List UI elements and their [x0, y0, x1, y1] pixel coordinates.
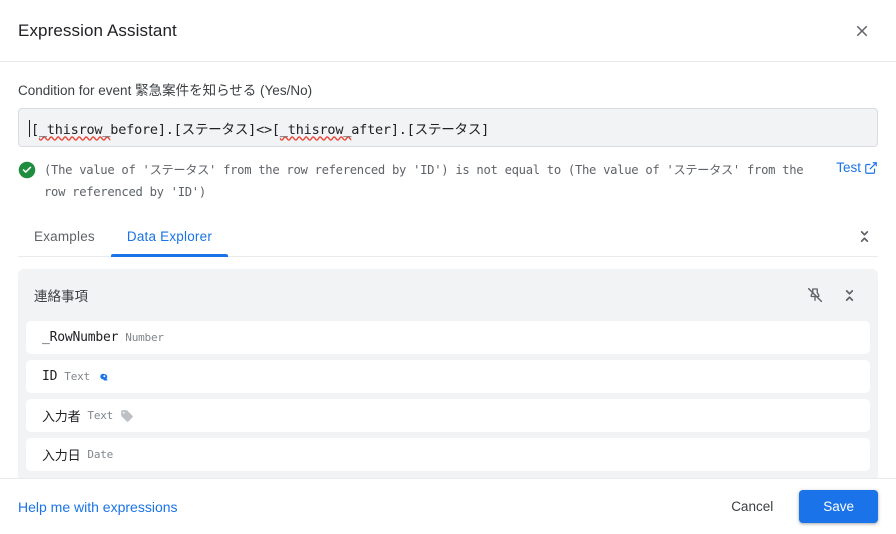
expression-segment: [	[31, 121, 39, 138]
tab-data-explorer[interactable]: Data Explorer	[110, 229, 229, 257]
expression-segment-error: _thisrow_	[279, 121, 352, 138]
list-item[interactable]: 入力日 Date	[26, 438, 870, 471]
open-in-new-icon	[865, 161, 877, 174]
unpin-button[interactable]	[800, 280, 830, 310]
field-type: Date	[87, 448, 114, 461]
data-explorer-field-list: _RowNumber Number ID Text 入力者 Text 入力日 D…	[18, 321, 878, 471]
tabs-bar: Examples Data Explorer	[18, 213, 878, 257]
expression-text: [_thisrow_before].[ステータス]<>[_thisrow_aft…	[29, 118, 489, 138]
field-type: Text	[87, 409, 114, 422]
data-explorer-header: 連絡事項	[18, 269, 878, 321]
data-explorer-panel: 連絡事項 _RowNumber Number ID Text 入力者 Text …	[18, 269, 878, 478]
field-name: 入力日	[42, 449, 81, 464]
list-item[interactable]: ID Text	[26, 360, 870, 393]
expression-field-label: Condition for event 緊急案件を知らせる (Yes/No)	[18, 83, 313, 98]
key-icon	[100, 373, 108, 381]
expression-assistant-dialog: Expression Assistant Condition for event…	[0, 0, 896, 534]
dialog-header: Expression Assistant	[0, 0, 896, 62]
field-type: Text	[64, 370, 90, 383]
cancel-button[interactable]: Cancel	[715, 491, 789, 522]
tag-badge	[120, 409, 134, 423]
unfold-less-icon	[860, 230, 868, 242]
text-caret	[29, 119, 30, 137]
field-name: ID	[42, 369, 58, 384]
dialog-body: Condition for event 緊急案件を知らせる (Yes/No) […	[0, 62, 896, 478]
list-item[interactable]: _RowNumber Number	[26, 321, 870, 354]
pin-off-icon	[807, 287, 823, 303]
expression-input[interactable]: [_thisrow_before].[ステータス]<>[_thisrow_aft…	[18, 108, 878, 147]
field-name: 入力者	[42, 410, 81, 425]
field-type: Number	[125, 331, 164, 344]
list-item[interactable]: 入力者 Text	[26, 399, 870, 432]
close-button[interactable]	[846, 15, 878, 47]
tabs-collapse-button[interactable]	[850, 222, 878, 250]
validation-message: (The value of 'ステータス' from the row refer…	[44, 163, 804, 199]
check-circle-icon	[18, 161, 36, 179]
validation-row: (The value of 'ステータス' from the row refer…	[18, 147, 878, 203]
page-title: Expression Assistant	[18, 20, 177, 40]
expression-segment: after].[ステータス]	[351, 121, 490, 138]
dialog-footer: Help me with expressions Cancel Save	[0, 478, 896, 534]
tab-examples[interactable]: Examples	[18, 229, 111, 256]
test-link[interactable]: Test	[836, 160, 878, 175]
data-explorer-collapse-button[interactable]	[834, 280, 864, 310]
unfold-less-icon	[845, 289, 853, 301]
test-link-label: Test	[836, 160, 861, 175]
save-button[interactable]: Save	[799, 490, 878, 523]
field-name: _RowNumber	[42, 330, 119, 345]
help-with-expressions-link[interactable]: Help me with expressions	[18, 499, 705, 515]
expression-segment-error: _thisrow_	[38, 121, 111, 138]
tag-icon	[121, 409, 133, 422]
key-badge	[97, 370, 111, 384]
expression-segment: before].[ステータス]<>[	[110, 121, 280, 138]
data-explorer-table-name: 連絡事項	[34, 289, 88, 304]
close-icon	[856, 25, 868, 36]
